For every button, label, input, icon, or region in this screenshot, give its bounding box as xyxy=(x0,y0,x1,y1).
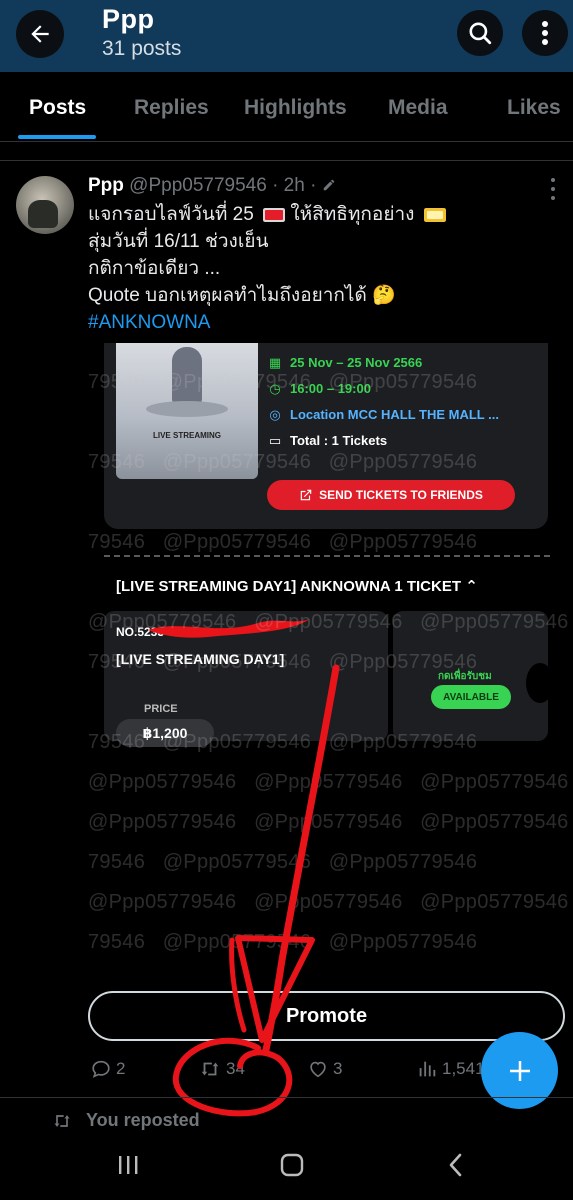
reply-count: 2 xyxy=(116,1059,126,1078)
post-line-4: Quote บอกเหตุผลทำไมถึงอยากได้ 🤔 xyxy=(88,285,396,306)
tab-highlights[interactable]: Highlights xyxy=(244,96,347,120)
watermark-text: 79546 @Ppp05779546 @Ppp05779546 xyxy=(88,931,478,953)
repost-icon xyxy=(54,1114,70,1127)
views-icon xyxy=(419,1061,436,1077)
repost-icon xyxy=(201,1062,219,1076)
thinking-emoji: 🤔 xyxy=(372,285,396,306)
tab-likes[interactable]: Likes xyxy=(507,96,561,120)
profile-header: Ppp 31 posts xyxy=(0,0,573,72)
header-title-block: Ppp 31 posts xyxy=(102,4,181,61)
tab-media[interactable]: Media xyxy=(388,96,448,120)
recents-icon xyxy=(119,1156,138,1174)
watermark-text: @Ppp05779546 @Ppp05779546 @Ppp05779546 xyxy=(88,811,569,833)
system-nav-bar xyxy=(0,1134,573,1200)
redaction-scribble xyxy=(148,619,310,638)
display-name[interactable]: Ppp xyxy=(88,175,124,196)
post-line-3: กติกาข้อเดียว ... xyxy=(88,258,221,279)
views-action[interactable]: 1,541 xyxy=(416,1056,485,1082)
watermark-text: @Ppp05779546 @Ppp05779546 @Ppp05779546 xyxy=(88,891,569,913)
profile-tabs: Posts Replies Highlights Media Likes xyxy=(0,72,573,142)
watermark-text: 79546 @Ppp05779546 @Ppp05779546 xyxy=(88,851,478,873)
reposted-label: You reposted xyxy=(86,1110,200,1130)
back-arrow-icon xyxy=(31,25,49,43)
post-divider xyxy=(0,1097,573,1098)
reply-icon xyxy=(92,1060,110,1078)
ticket-icon xyxy=(423,207,446,222)
like-icon xyxy=(310,1061,326,1078)
more-options-button[interactable] xyxy=(522,10,568,56)
view-count: 1,541 xyxy=(442,1059,485,1078)
home-icon xyxy=(280,1153,304,1177)
post-count: 31 posts xyxy=(102,37,182,60)
more-vertical-icon xyxy=(542,21,548,45)
repost-action[interactable]: 34 xyxy=(198,1056,245,1082)
reply-action[interactable]: 2 xyxy=(90,1056,125,1082)
ticket-icon xyxy=(263,207,286,222)
tab-replies[interactable]: Replies xyxy=(134,96,209,120)
tab-posts[interactable]: Posts xyxy=(29,96,86,120)
home-button[interactable] xyxy=(272,1148,312,1182)
reposted-indicator: You reposted xyxy=(50,1110,200,1131)
like-action[interactable]: 3 xyxy=(307,1056,342,1082)
plus-icon xyxy=(509,1060,530,1081)
search-icon xyxy=(469,22,492,45)
post-divider xyxy=(0,160,573,161)
recents-button[interactable] xyxy=(108,1148,148,1182)
active-tab-indicator xyxy=(18,135,96,139)
edit-icon xyxy=(323,179,334,191)
hashtag-link[interactable]: #ANKNOWNA xyxy=(88,309,446,336)
search-button[interactable] xyxy=(457,10,503,56)
like-count: 3 xyxy=(333,1059,343,1078)
post-menu-button[interactable] xyxy=(545,178,561,200)
handle-time: @Ppp05779546 · 2h · xyxy=(129,175,317,196)
repost-count: 34 xyxy=(226,1059,245,1078)
profile-title: Ppp xyxy=(102,4,155,34)
system-back-button[interactable] xyxy=(436,1148,476,1182)
post-line-1: แจกรอบไลฟ์วันที่ 25 ให้สิทธิทุกอย่าง xyxy=(88,201,446,228)
back-button[interactable] xyxy=(16,10,64,58)
post-line-2: สุ่มวันที่ 16/11 ช่วงเย็น xyxy=(88,231,269,252)
avatar[interactable] xyxy=(16,176,74,234)
promote-button[interactable]: Promote xyxy=(88,991,565,1041)
post-image[interactable]: LIVE STREAMING ▦ 25 Nov – 25 Nov 2566 ◷ 16… xyxy=(88,343,573,780)
post-header: Ppp @Ppp05779546 · 2h · xyxy=(88,175,336,197)
post-text: แจกรอบไลฟ์วันที่ 25 ให้สิทธิทุกอย่าง สุ่… xyxy=(88,201,446,336)
back-icon xyxy=(449,1153,462,1177)
